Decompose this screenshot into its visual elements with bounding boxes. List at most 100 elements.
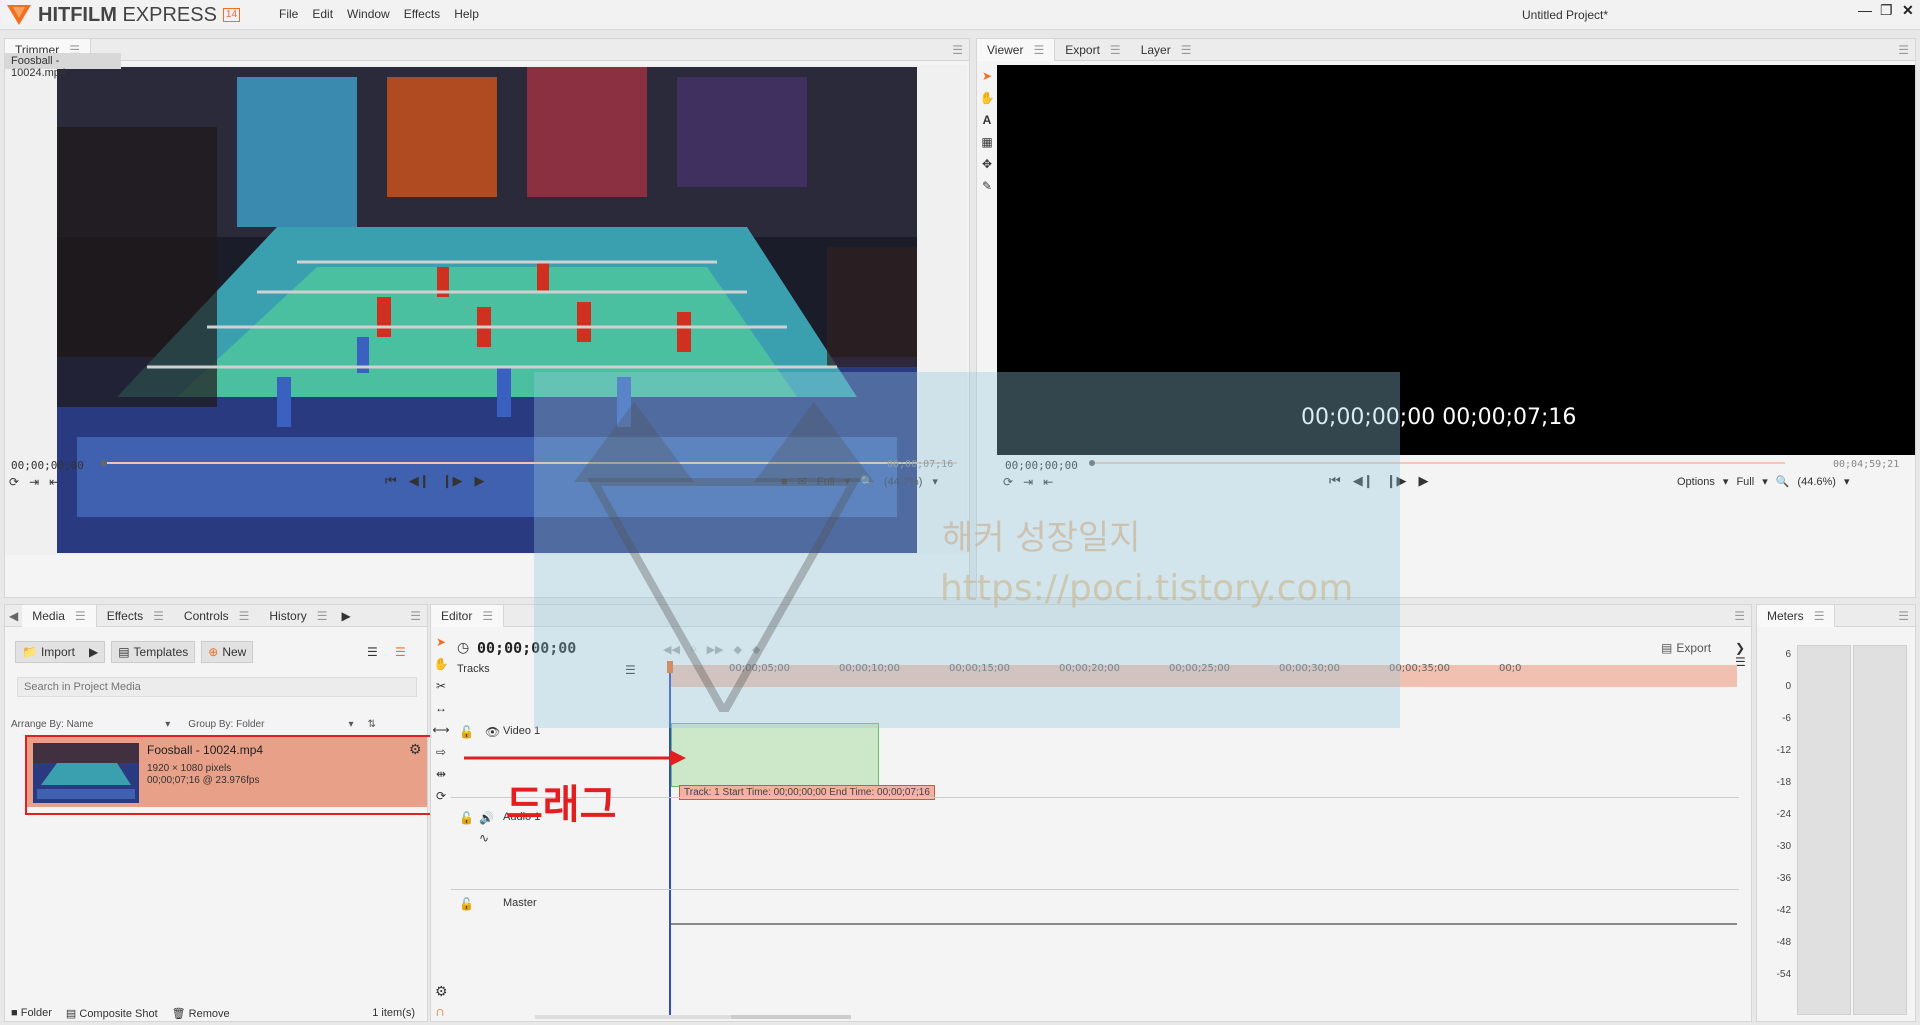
- timeline-zoom-slider[interactable]: [535, 1015, 735, 1019]
- new-button[interactable]: ⊕ New: [201, 641, 254, 663]
- composite-shot-button[interactable]: ▤ Composite Shot: [66, 1007, 158, 1020]
- magnet-icon[interactable]: ∩: [435, 1003, 445, 1019]
- slip-tool-icon[interactable]: ↔: [435, 701, 447, 715]
- chevron-left-icon[interactable]: ◀: [5, 609, 22, 623]
- play-icon[interactable]: ▶: [474, 473, 484, 489]
- timeline-scrollbar[interactable]: [731, 1015, 851, 1019]
- pen-tool-icon[interactable]: ✎: [982, 179, 992, 193]
- tab-editor[interactable]: Editor ☰: [431, 604, 505, 627]
- import-button[interactable]: 📁 Import ▶: [15, 641, 106, 663]
- insert-icon[interactable]: ⇥: [29, 475, 39, 489]
- chevron-down-icon[interactable]: ▾: [932, 475, 938, 488]
- step-forward-icon[interactable]: ❙▶: [1386, 473, 1407, 489]
- hamburger-icon[interactable]: ☰: [1033, 43, 1044, 57]
- rate-tool-icon[interactable]: ⟳: [436, 789, 446, 803]
- hand-tool-icon[interactable]: ✋: [980, 91, 995, 105]
- lock-icon[interactable]: 🔓: [459, 725, 474, 739]
- hamburger-icon[interactable]: ☰: [1181, 43, 1192, 57]
- viewer-quality[interactable]: Full: [1736, 476, 1754, 488]
- hamburger-icon[interactable]: ☰: [75, 609, 86, 623]
- tab-controls[interactable]: Controls ☰: [174, 605, 259, 627]
- tab-history[interactable]: History ☰: [259, 605, 337, 627]
- panel-menu-icon[interactable]: ☰: [410, 609, 421, 623]
- maximize-icon[interactable]: ❐: [1880, 2, 1893, 19]
- hand-tool-icon[interactable]: ✋: [434, 657, 449, 671]
- goto-start-icon[interactable]: ⏮: [1329, 473, 1341, 489]
- tracks-menu-icon[interactable]: ☰: [625, 663, 636, 677]
- slide-tool-icon[interactable]: ⟷: [432, 723, 449, 737]
- group-by[interactable]: Group By: Folder: [188, 719, 264, 730]
- next-icon[interactable]: ▶▶: [707, 643, 724, 656]
- trimmer-scrubber[interactable]: [101, 457, 961, 471]
- lock-icon[interactable]: 🔓: [459, 811, 474, 825]
- hamburger-icon[interactable]: ☰: [1814, 609, 1825, 623]
- marker-icon[interactable]: ○: [690, 643, 697, 656]
- arrange-by[interactable]: Arrange By: Name: [11, 719, 93, 730]
- viewer-options[interactable]: Options: [1677, 476, 1715, 488]
- goto-start-icon[interactable]: ⏮: [385, 473, 397, 489]
- prev-icon[interactable]: ◀◀: [663, 643, 680, 656]
- tab-effects[interactable]: Effects ☰: [97, 605, 174, 627]
- transform-tool-icon[interactable]: ▦: [981, 135, 992, 149]
- tab-meters[interactable]: Meters ☰: [1757, 604, 1836, 627]
- loop-icon[interactable]: ⟳: [9, 475, 19, 489]
- loop-icon[interactable]: ⟳: [1003, 475, 1013, 489]
- viewer-scrubber[interactable]: [1089, 457, 1789, 471]
- chevron-down-icon[interactable]: ▾: [348, 719, 353, 730]
- tab-export[interactable]: Export ☰: [1055, 39, 1130, 61]
- detail-view-icon[interactable]: ☰: [395, 645, 406, 659]
- hamburger-icon[interactable]: ☰: [482, 609, 493, 623]
- remove-button[interactable]: 🗑 Remove: [172, 1007, 230, 1020]
- minimize-icon[interactable]: —: [1858, 2, 1872, 18]
- menu-file[interactable]: File: [279, 7, 298, 21]
- chevron-down-icon[interactable]: ▾: [165, 719, 170, 730]
- viewer-zoom[interactable]: (44.6%): [1797, 476, 1836, 488]
- hamburger-icon[interactable]: ☰: [239, 609, 250, 623]
- panel-menu-icon[interactable]: ☰: [1898, 43, 1909, 57]
- overlay-icon[interactable]: ⇤: [49, 475, 59, 489]
- chevron-down-icon[interactable]: ▾: [1762, 475, 1768, 488]
- panel-menu-icon[interactable]: ☰: [1898, 609, 1909, 623]
- menu-effects[interactable]: Effects: [404, 7, 440, 21]
- play-icon[interactable]: ▶: [1418, 473, 1428, 489]
- overlay-icon[interactable]: ⇤: [1043, 475, 1053, 489]
- hamburger-icon[interactable]: ☰: [317, 609, 328, 623]
- chevron-down-icon[interactable]: ▾: [845, 475, 851, 488]
- keyframe-icon[interactable]: ◆: [752, 643, 760, 656]
- menu-edit[interactable]: Edit: [312, 7, 333, 21]
- list-view-icon[interactable]: ☰: [367, 645, 378, 659]
- panel-menu-icon[interactable]: ☰: [952, 43, 963, 57]
- speaker-icon[interactable]: 🔊: [479, 811, 494, 825]
- eye-icon[interactable]: 👁: [485, 725, 500, 739]
- panel-menu-icon[interactable]: ☰: [1734, 609, 1745, 623]
- chevron-down-icon[interactable]: ▾: [1844, 475, 1850, 488]
- menu-window[interactable]: Window: [347, 7, 390, 21]
- chevron-down-icon[interactable]: ▾: [1723, 475, 1729, 488]
- tab-media[interactable]: Media ☰: [22, 604, 97, 627]
- snapshot-icon[interactable]: ■: [781, 476, 788, 488]
- tab-layer[interactable]: Layer ☰: [1131, 39, 1202, 61]
- close-icon[interactable]: ✕: [1902, 2, 1914, 19]
- chevron-right-icon[interactable]: ▶: [337, 609, 354, 623]
- menu-help[interactable]: Help: [454, 7, 479, 21]
- folder-button[interactable]: ■ Folder: [11, 1007, 52, 1019]
- step-forward-icon[interactable]: ❙▶: [442, 473, 463, 489]
- trimmer-zoom[interactable]: (44.7%): [884, 476, 923, 488]
- mail-icon[interactable]: ✉: [798, 475, 807, 488]
- zoom-icon[interactable]: 🔍: [860, 475, 874, 488]
- settings-gear-icon[interactable]: ⚙: [435, 983, 448, 1000]
- timeline-playhead[interactable]: [669, 665, 671, 1015]
- select-tool-icon[interactable]: ➤: [982, 69, 992, 83]
- trimmer-quality[interactable]: Full: [817, 476, 835, 488]
- waveform-icon[interactable]: ∿: [479, 831, 489, 845]
- editor-timecode[interactable]: 00;00;00;00: [477, 639, 576, 657]
- zoom-icon[interactable]: 🔍: [1776, 475, 1790, 488]
- insert-icon[interactable]: ⇥: [1023, 475, 1033, 489]
- hamburger-icon[interactable]: ☰: [1110, 43, 1121, 57]
- step-back-icon[interactable]: ◀❙: [409, 473, 430, 489]
- text-tool-icon[interactable]: A: [983, 113, 992, 127]
- anchor-tool-icon[interactable]: ✥: [982, 157, 992, 171]
- tab-viewer[interactable]: Viewer ☰: [977, 38, 1056, 61]
- razor-tool-icon[interactable]: ✂: [436, 679, 446, 693]
- editor-export-button[interactable]: ▤ Export: [1661, 641, 1711, 655]
